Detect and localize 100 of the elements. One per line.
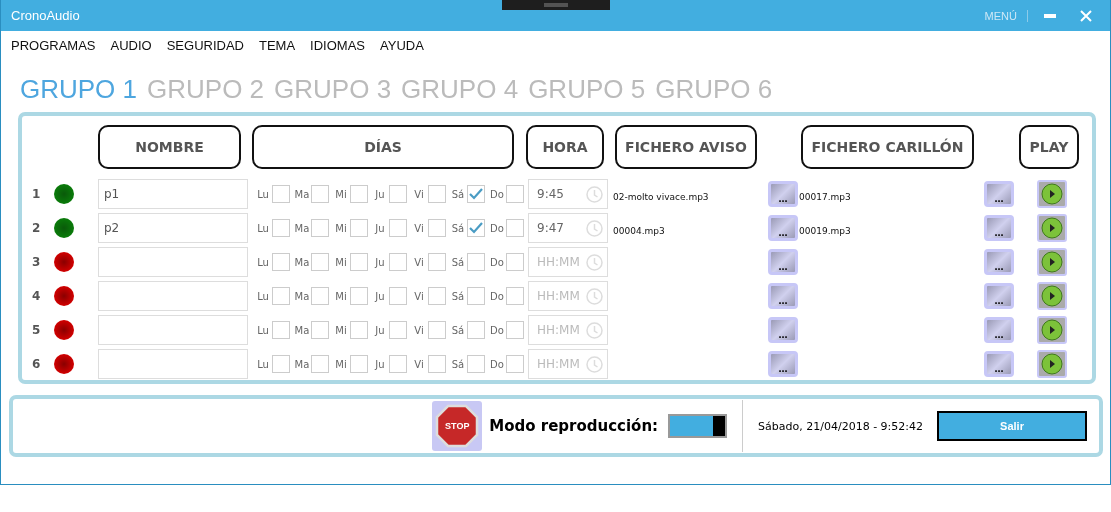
day-checkbox[interactable] <box>467 355 485 373</box>
day-checkbox[interactable] <box>272 185 290 203</box>
day-checkbox[interactable] <box>506 185 524 203</box>
file-name: 00004.mp3 <box>613 225 665 236</box>
day-checkbox[interactable] <box>467 219 485 237</box>
day-checkbox[interactable] <box>272 253 290 271</box>
menu-item[interactable]: PROGRAMAS <box>11 38 96 62</box>
day-checkbox[interactable] <box>389 355 407 373</box>
day-checkbox[interactable] <box>428 321 446 339</box>
stop-button[interactable]: STOP <box>432 401 483 451</box>
menu-item[interactable]: SEGURIDAD <box>166 38 244 62</box>
day-label: Lu <box>256 222 270 234</box>
menu-item[interactable]: IDIOMAS <box>310 38 365 62</box>
day-label: Mi <box>334 256 348 268</box>
day-label: Sá <box>450 188 466 200</box>
name-field[interactable] <box>98 247 248 277</box>
browse-button[interactable]: ... <box>984 317 1014 343</box>
browse-button[interactable]: ... <box>768 215 798 241</box>
day-label: Do <box>489 222 505 234</box>
play-button[interactable] <box>1037 248 1067 276</box>
name-field[interactable] <box>98 315 248 345</box>
day-label: Mi <box>334 222 348 234</box>
time-field[interactable]: 9:45 <box>528 179 608 209</box>
browse-button[interactable]: ... <box>984 351 1014 377</box>
day-checkbox[interactable] <box>311 185 329 203</box>
day-checkbox[interactable] <box>428 219 446 237</box>
browse-button[interactable]: ... <box>768 317 798 343</box>
name-field[interactable] <box>98 349 248 379</box>
browse-button[interactable]: ... <box>768 351 798 377</box>
day-label: Do <box>489 290 505 302</box>
day-checkbox[interactable] <box>311 355 329 373</box>
day-checkbox[interactable] <box>272 287 290 305</box>
browse-button[interactable]: ... <box>984 283 1014 309</box>
day-checkbox[interactable] <box>272 355 290 373</box>
clock-icon <box>586 185 603 203</box>
day-checkbox[interactable] <box>350 219 368 237</box>
day-checkbox[interactable] <box>506 253 524 271</box>
drag-handle[interactable] <box>502 0 610 10</box>
day-checkbox[interactable] <box>467 321 485 339</box>
clock-icon <box>586 355 603 373</box>
play-button[interactable] <box>1037 282 1067 310</box>
time-field[interactable]: 9:47 <box>528 213 608 243</box>
day-checkbox[interactable] <box>350 185 368 203</box>
minimize-icon[interactable] <box>1044 13 1056 18</box>
day-checkbox[interactable] <box>428 287 446 305</box>
menu-item[interactable]: TEMA <box>259 38 296 62</box>
day-checkbox[interactable] <box>311 321 329 339</box>
day-checkbox[interactable] <box>389 321 407 339</box>
day-checkbox[interactable] <box>389 253 407 271</box>
row-number: 3 <box>32 255 41 269</box>
day-checkbox[interactable] <box>389 185 407 203</box>
day-checkbox[interactable] <box>311 219 329 237</box>
day-checkbox[interactable] <box>350 321 368 339</box>
day-label: Do <box>489 358 505 370</box>
play-button[interactable] <box>1037 350 1067 378</box>
day-checkbox[interactable] <box>311 253 329 271</box>
day-label: Lu <box>256 290 270 302</box>
day-checkbox[interactable] <box>467 287 485 305</box>
browse-button[interactable]: ... <box>768 249 798 275</box>
day-checkbox[interactable] <box>272 321 290 339</box>
column-header: FICHERO AVISO <box>615 125 757 169</box>
browse-button[interactable]: ... <box>768 181 798 207</box>
play-button[interactable] <box>1037 214 1067 242</box>
close-icon[interactable] <box>1080 9 1092 22</box>
menu-item[interactable]: AUDIO <box>110 38 152 62</box>
day-label: Ju <box>373 222 386 234</box>
day-checkbox[interactable] <box>428 185 446 203</box>
browse-button[interactable]: ... <box>984 181 1014 207</box>
day-label: Sá <box>450 324 466 336</box>
day-label: Sá <box>450 358 466 370</box>
day-label: Ma <box>293 324 311 336</box>
play-button[interactable] <box>1037 316 1067 344</box>
mode-toggle[interactable] <box>668 414 728 438</box>
day-checkbox[interactable] <box>389 287 407 305</box>
window-title: CronoAudio <box>11 8 81 23</box>
day-checkbox[interactable] <box>506 321 524 339</box>
browse-button[interactable]: ... <box>984 249 1014 275</box>
day-checkbox[interactable] <box>428 253 446 271</box>
day-checkbox[interactable] <box>350 287 368 305</box>
name-field[interactable]: p2 <box>98 213 248 243</box>
browse-button[interactable]: ... <box>984 215 1014 241</box>
day-checkbox[interactable] <box>272 219 290 237</box>
day-checkbox[interactable] <box>467 253 485 271</box>
day-checkbox[interactable] <box>428 355 446 373</box>
name-field[interactable] <box>98 281 248 311</box>
name-field[interactable]: p1 <box>98 179 248 209</box>
day-checkbox[interactable] <box>506 287 524 305</box>
day-checkbox[interactable] <box>350 355 368 373</box>
day-checkbox[interactable] <box>506 219 524 237</box>
day-checkbox[interactable] <box>506 355 524 373</box>
menu-item[interactable]: AYUDA <box>380 38 424 62</box>
day-checkbox[interactable] <box>350 253 368 271</box>
play-button[interactable] <box>1037 180 1067 208</box>
time-value: 9:47 <box>537 221 564 235</box>
clock-icon <box>586 287 603 305</box>
mode-label: Modo reproducción: <box>489 417 659 435</box>
browse-button[interactable]: ... <box>768 283 798 309</box>
day-checkbox[interactable] <box>389 219 407 237</box>
day-checkbox[interactable] <box>311 287 329 305</box>
day-checkbox[interactable] <box>467 185 485 203</box>
